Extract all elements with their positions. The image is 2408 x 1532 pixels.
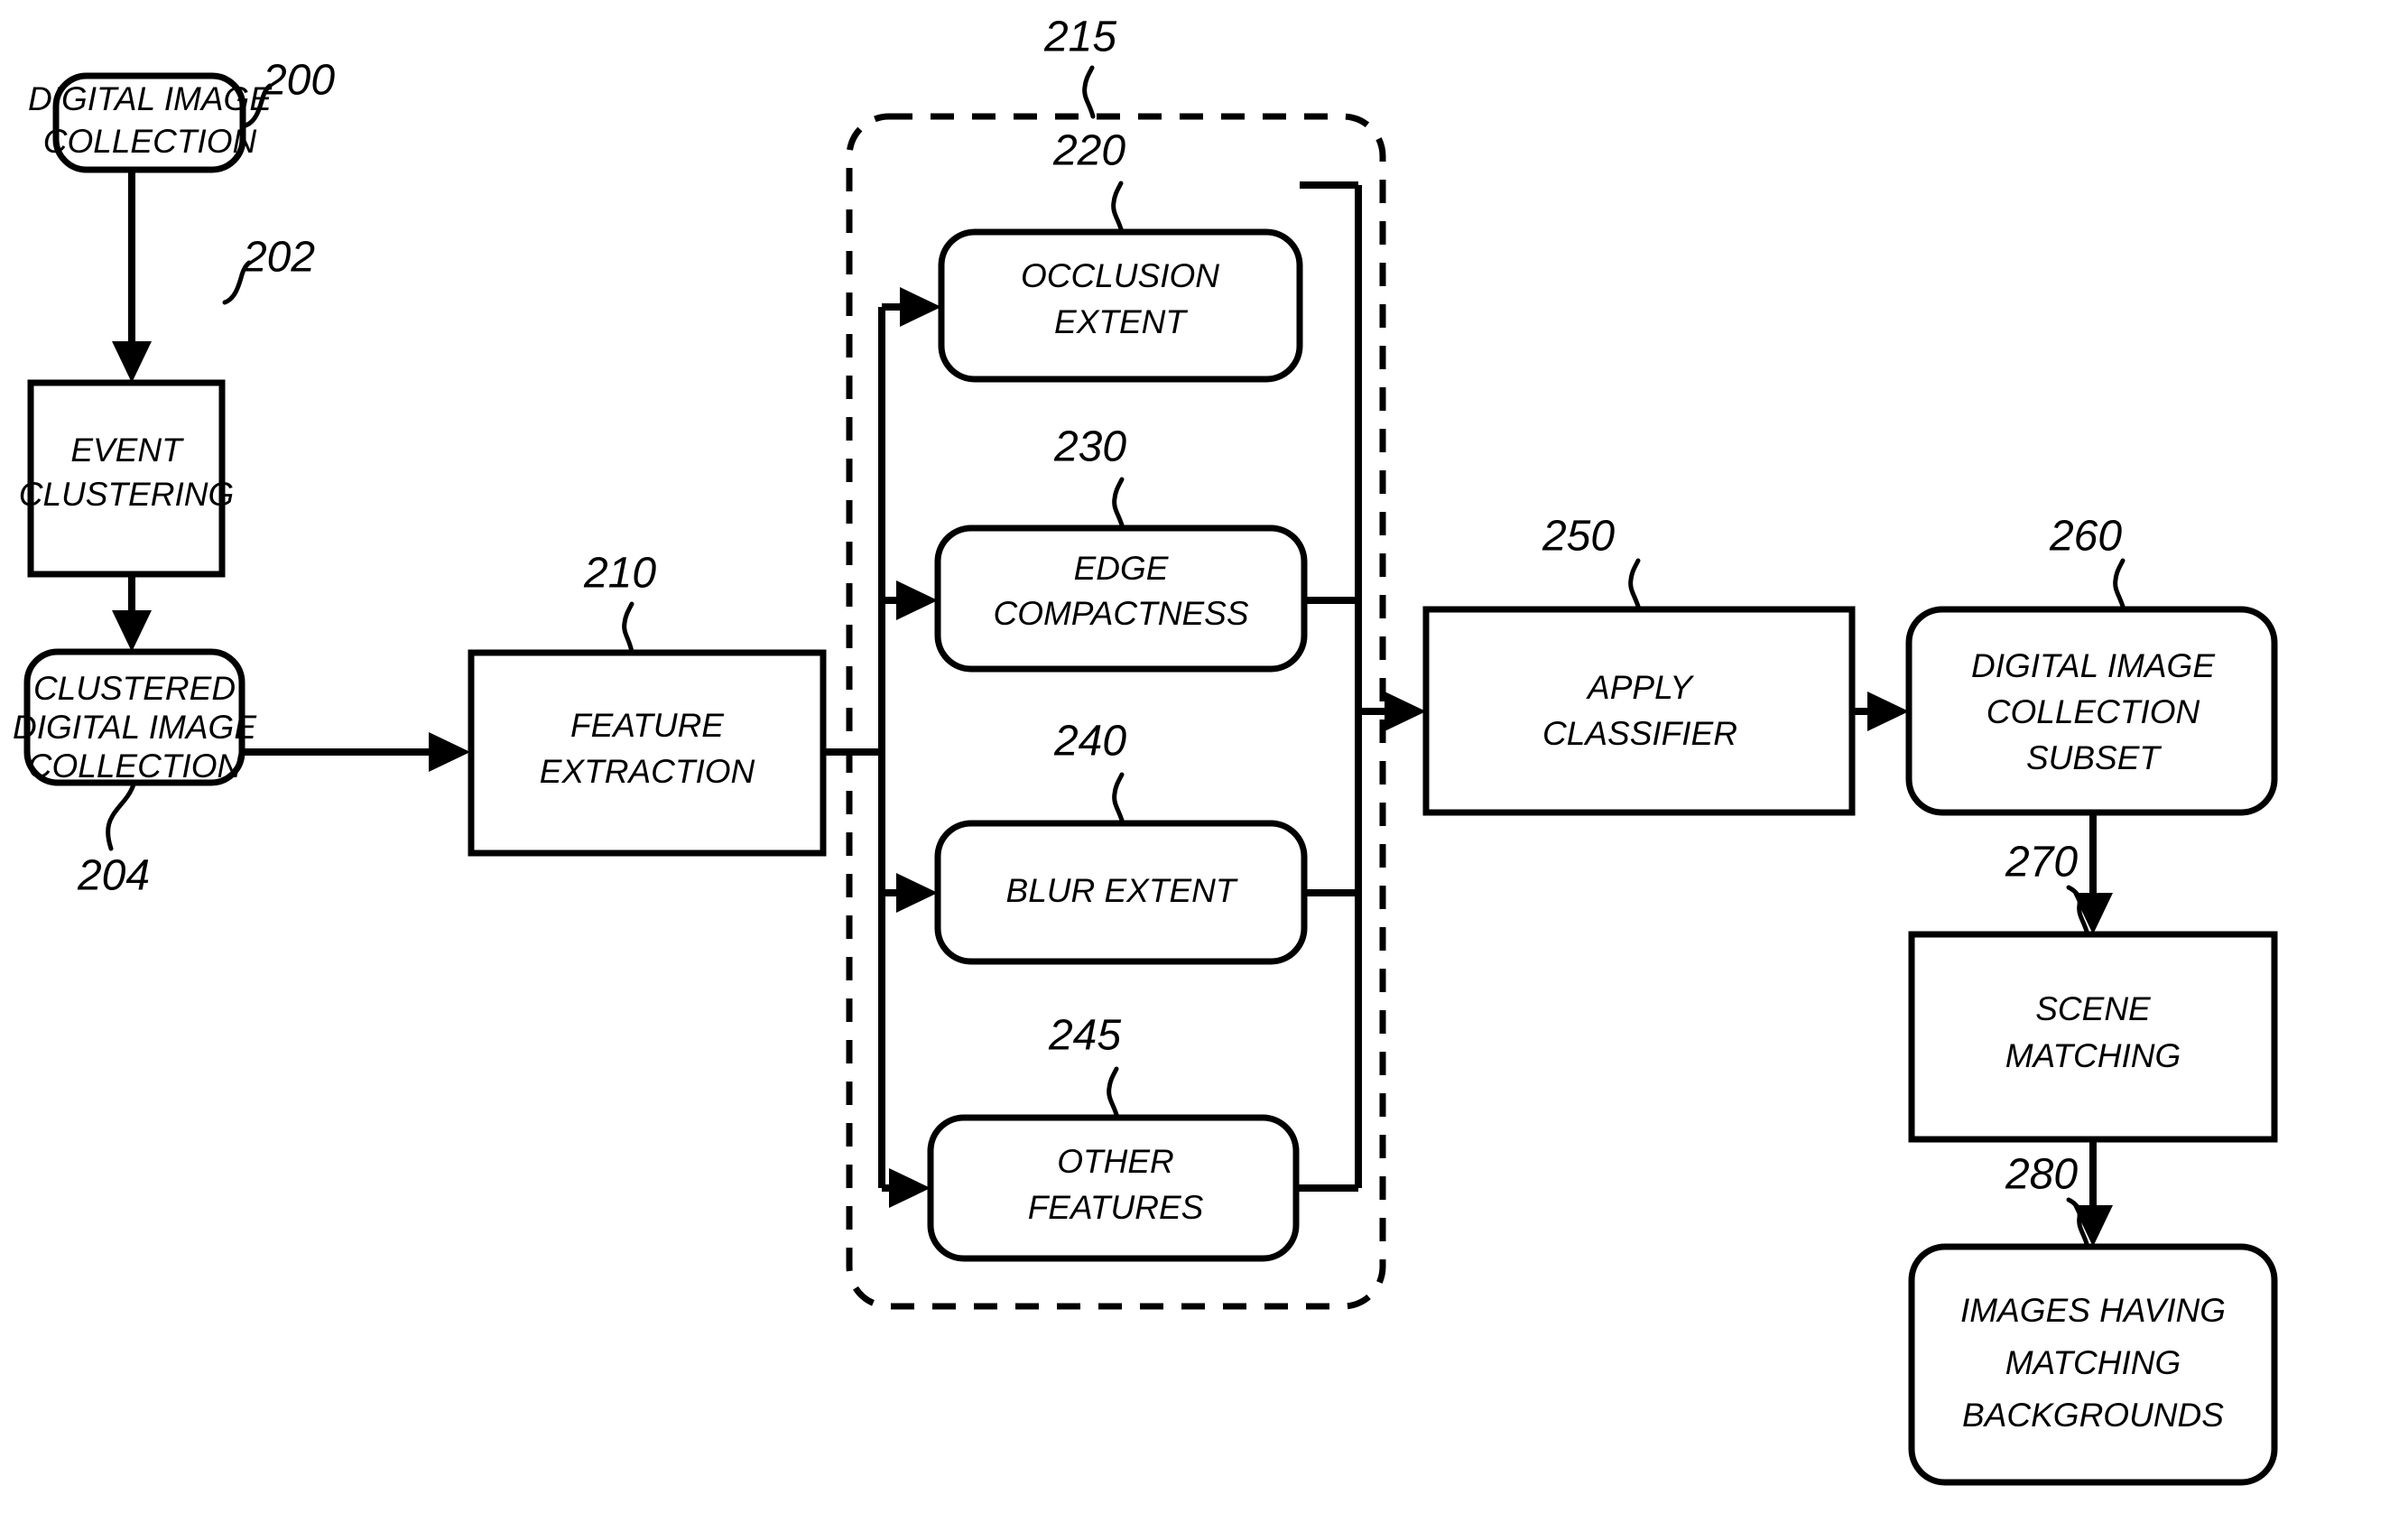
ref-label-270: 270 xyxy=(2005,839,2078,887)
node-220-label-line-1: OCCLUSION xyxy=(1021,257,1219,294)
node-event-clustering[interactable]: EVENT CLUSTERING xyxy=(19,379,234,578)
node-230-label-line-1: EDGE xyxy=(1074,550,1170,587)
node-270-label-line-1: SCENE xyxy=(2035,990,2152,1027)
node-scene-matching[interactable]: SCENE MATCHING xyxy=(1908,931,2278,1143)
node-250-label-line-1: APPLY xyxy=(1586,669,1694,706)
node-250-label-line-2: CLASSIFIER xyxy=(1542,715,1737,752)
ref-label-202: 202 xyxy=(242,234,315,282)
node-204-label-line-2: DIGITAL IMAGE xyxy=(13,709,257,746)
ref-label-200: 200 xyxy=(262,57,335,105)
node-280-label-line-1: IMAGES HAVING xyxy=(1960,1292,2226,1329)
ref-label-245: 245 xyxy=(1048,1012,1121,1060)
node-204-label-line-1: CLUSTERED xyxy=(33,670,236,707)
node-280-label-line-3: BACKGROUNDS xyxy=(1962,1397,2224,1434)
node-200-label-line-1: DIGITAL IMAGE xyxy=(28,80,273,117)
ref-label-210: 210 xyxy=(583,550,656,598)
node-202-label-line-1: EVENT xyxy=(70,432,184,469)
ref-label-260: 260 xyxy=(2049,513,2122,561)
node-200-label-line-2: COLLECTION xyxy=(43,123,257,160)
ref-label-204: 204 xyxy=(77,852,150,900)
ref-label-280: 280 xyxy=(2005,1151,2078,1199)
node-270-label-line-2: MATCHING xyxy=(2005,1037,2181,1074)
node-260-label-line-2: COLLECTION xyxy=(1987,693,2200,730)
node-apply-classifier[interactable]: APPLY CLASSIFIER xyxy=(1422,606,1856,816)
node-digital-image-collection-subset[interactable]: DIGITAL IMAGE COLLECTION SUBSET xyxy=(1905,606,2278,816)
node-blur-extent[interactable]: BLUR EXTENT xyxy=(934,820,1308,965)
ref-label-215: 215 xyxy=(1043,14,1116,61)
node-clustered-digital-image-collection[interactable]: CLUSTERED DIGITAL IMAGE COLLECTION xyxy=(13,648,257,786)
node-250-shape[interactable] xyxy=(1422,606,1856,816)
node-260-label-line-1: DIGITAL IMAGE xyxy=(1971,647,2216,684)
node-245-label-line-1: OTHER xyxy=(1057,1143,1174,1180)
node-images-having-matching-backgrounds[interactable]: IMAGES HAVING MATCHING BACKGROUNDS xyxy=(1908,1243,2278,1486)
ref-label-240: 240 xyxy=(1053,718,1126,766)
node-digital-image-collection[interactable]: DIGITAL IMAGE COLLECTION xyxy=(28,72,273,173)
node-other-features[interactable]: OTHER FEATURES xyxy=(927,1114,1300,1262)
node-240-label-line-1: BLUR EXTENT xyxy=(1006,872,1238,909)
node-260-label-line-3: SUBSET xyxy=(2026,739,2162,776)
flowchart-svg: DIGITAL IMAGE COLLECTION 200 EVENT CLUST… xyxy=(0,0,2408,1532)
ref-label-230: 230 xyxy=(1053,423,1126,471)
node-feature-extraction[interactable]: FEATURE EXTRACTION xyxy=(468,649,827,857)
node-204-label-line-3: COLLECTION xyxy=(28,747,242,785)
node-occlusion-extent[interactable]: OCCLUSION EXTENT xyxy=(938,228,1303,383)
node-230-label-line-2: COMPACTNESS xyxy=(993,595,1248,632)
node-245-label-line-2: FEATURES xyxy=(1028,1189,1204,1226)
node-220-label-line-2: EXTENT xyxy=(1054,303,1188,340)
patent-flowchart-canvas: DIGITAL IMAGE COLLECTION 200 EVENT CLUST… xyxy=(0,0,2408,1532)
node-280-label-line-2: MATCHING xyxy=(2005,1344,2181,1381)
ref-label-250: 250 xyxy=(1542,513,1615,561)
node-210-label-line-1: FEATURE xyxy=(570,707,725,744)
node-202-label-line-2: CLUSTERING xyxy=(19,476,234,513)
node-edge-compactness[interactable]: EDGE COMPACTNESS xyxy=(934,525,1308,673)
node-210-label-line-2: EXTRACTION xyxy=(540,753,755,790)
ref-label-220: 220 xyxy=(1052,127,1125,175)
